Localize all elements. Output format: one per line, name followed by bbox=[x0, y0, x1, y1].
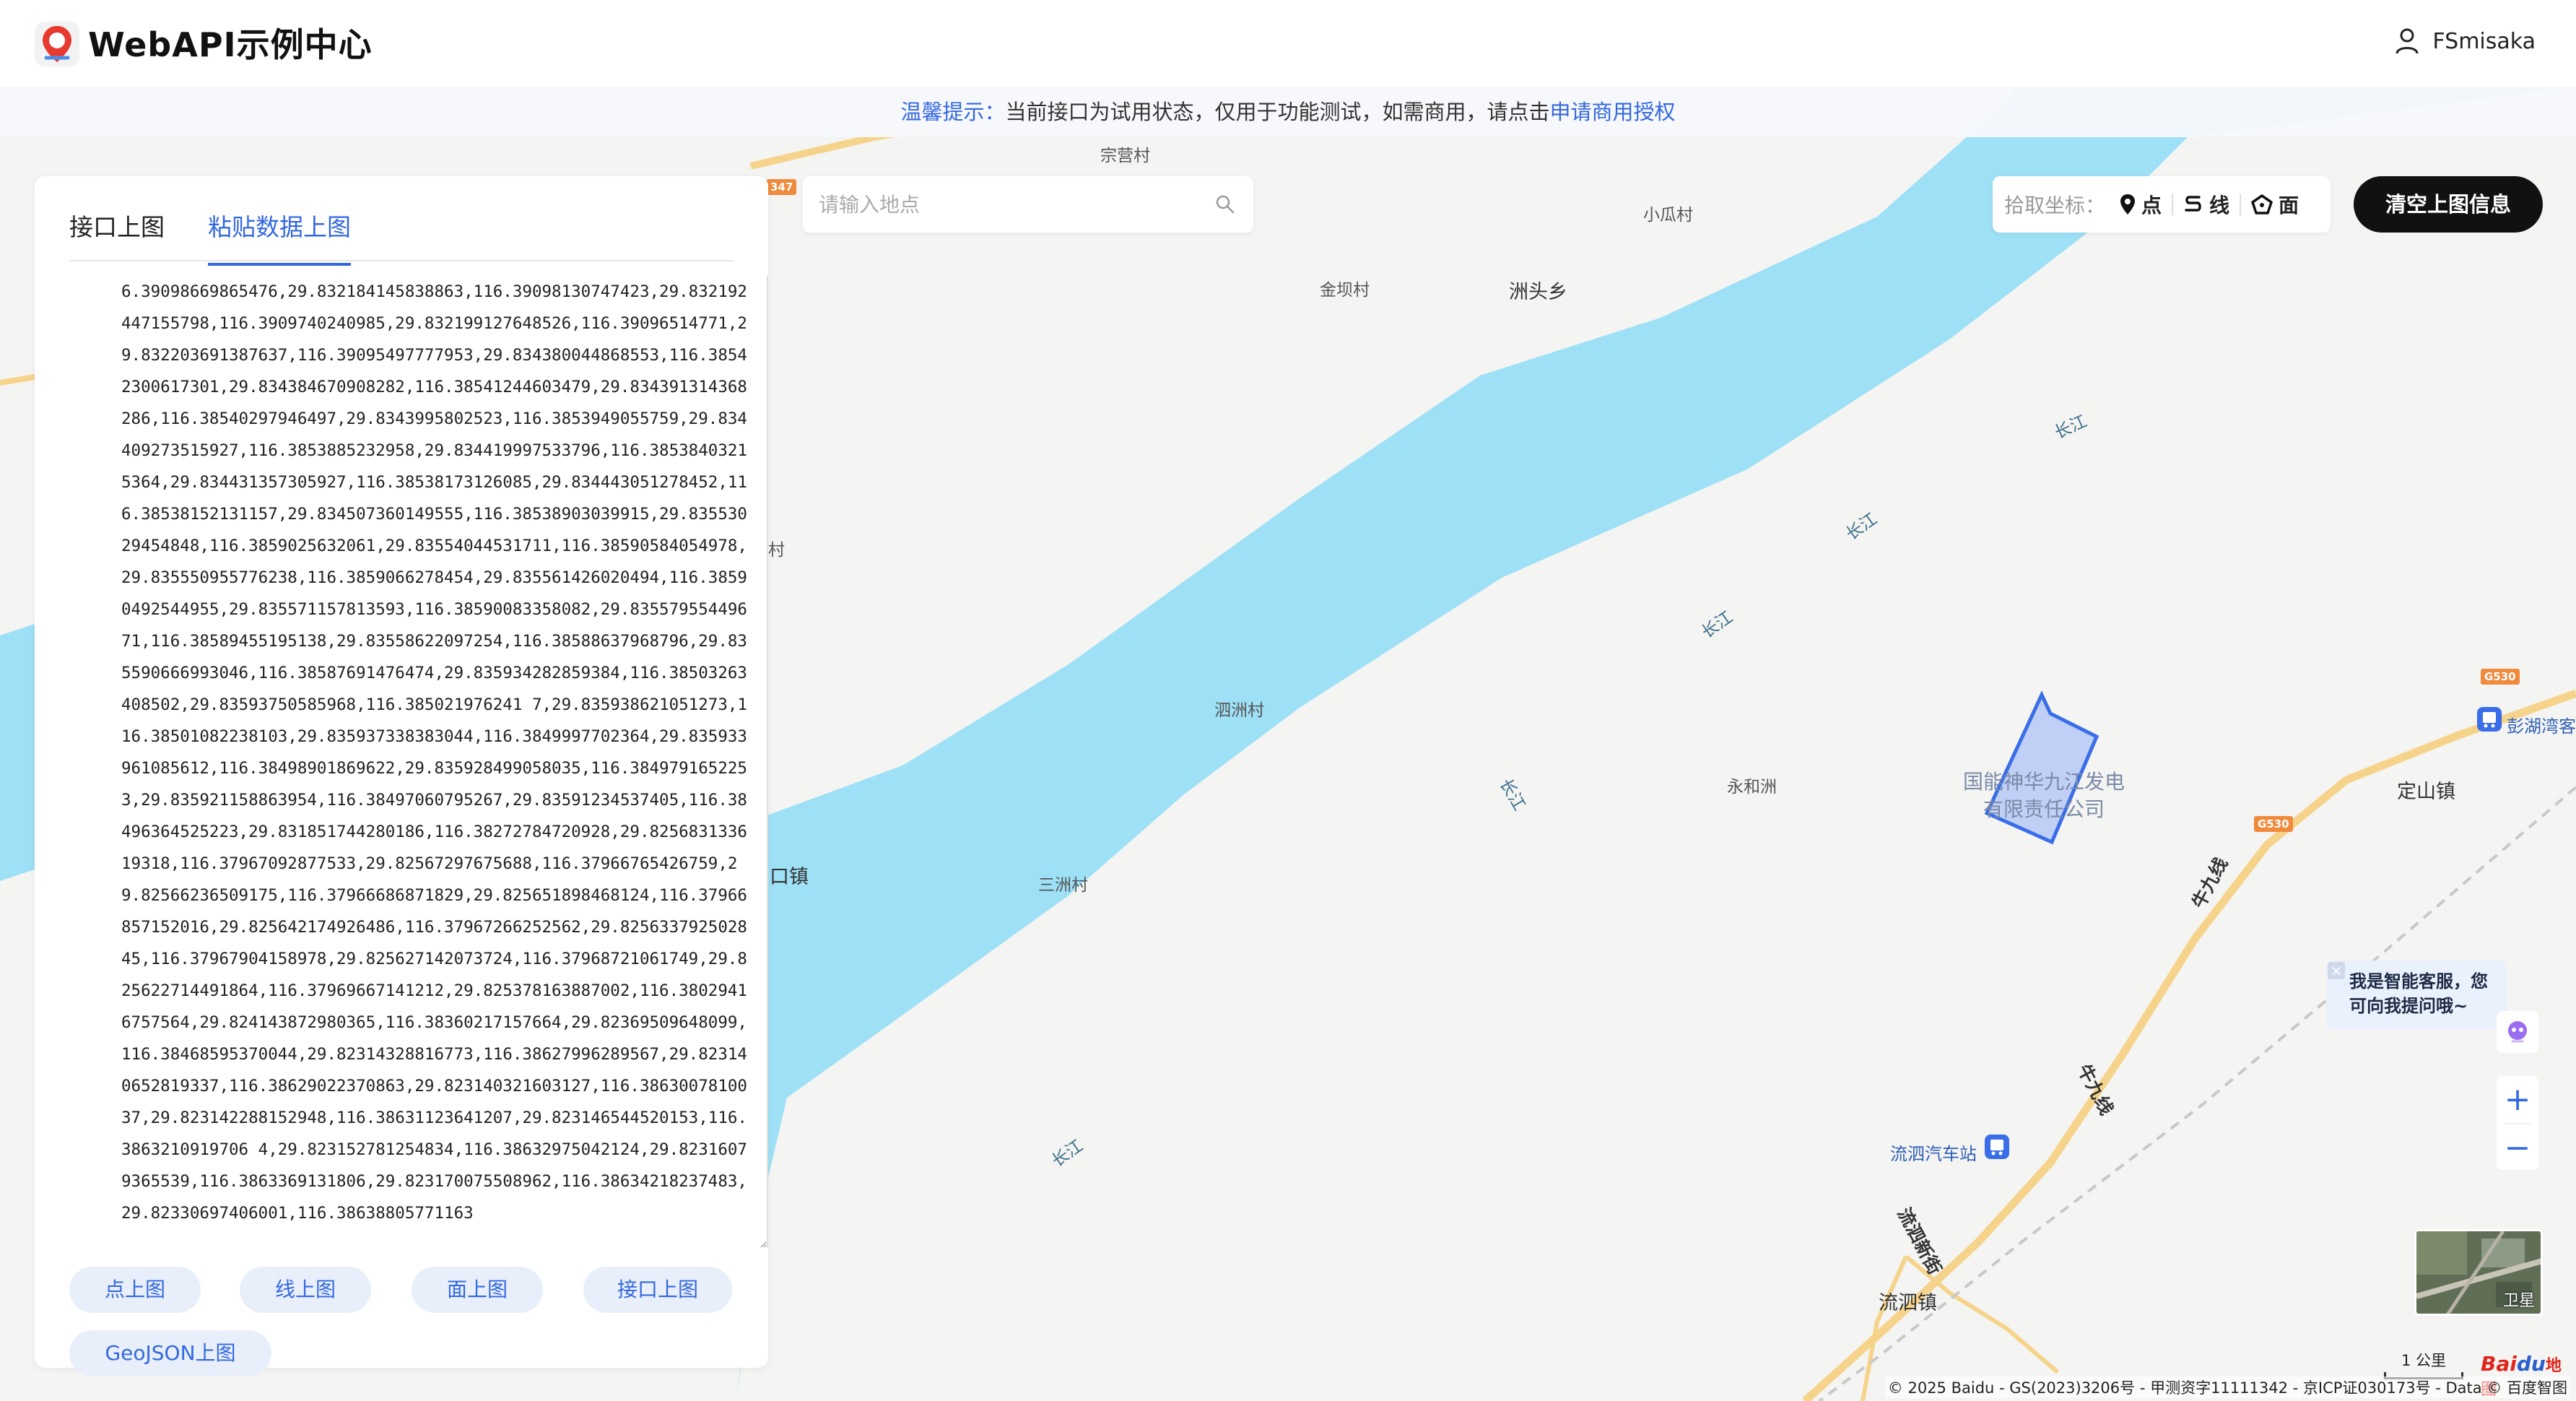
apply-license-link[interactable]: 申请商用授权 bbox=[1550, 100, 1676, 124]
map-label-kou-town: 口镇 bbox=[770, 866, 809, 888]
map-label-jinba: 金坝村 bbox=[1320, 281, 1370, 300]
map-label-zongying: 宗营村 bbox=[1100, 147, 1150, 165]
notice-text: 当前接口为试用状态，仅用于功能测试，如需商用，请点击 bbox=[1005, 100, 1550, 124]
baidu-map-logo-icon[interactable] bbox=[33, 20, 81, 68]
pick-point-label: 点 bbox=[2141, 194, 2162, 217]
baidu-logo-part2: du bbox=[2516, 1352, 2546, 1376]
zoom-out-button[interactable]: − bbox=[2497, 1124, 2538, 1171]
notice-prefix: 温馨提示： bbox=[900, 100, 1006, 124]
smart-assistant-bubble[interactable]: × 我是智能客服，您 可向我提问哦~ bbox=[2326, 960, 2507, 1030]
zoom-control: + − bbox=[2497, 1076, 2538, 1170]
road-shield-g530b: G530 bbox=[2254, 816, 2293, 832]
map-label-liusi-bus: 流泗汽车站 bbox=[1890, 1144, 1977, 1164]
map-label-cun-left: 村 bbox=[768, 541, 785, 560]
map-label-penghu: 彭湖湾客 bbox=[2507, 716, 2576, 737]
search-icon[interactable] bbox=[1214, 194, 1236, 215]
tab-paste-data-upload[interactable]: 粘贴数据上图 bbox=[208, 208, 351, 266]
upload-panel: 接口上图 粘贴数据上图 点上图 线上图 面上图 接口上图 GeoJSON上图 bbox=[35, 176, 768, 1376]
point-upload-button[interactable]: 点上图 bbox=[69, 1267, 201, 1313]
pick-point-option[interactable]: 点 bbox=[2110, 190, 2172, 219]
place-search-input[interactable] bbox=[819, 183, 1194, 225]
map-copyright: © 2025 Baidu - GS(2023)3206号 - 甲测资字11111… bbox=[1884, 1376, 2570, 1398]
top-header: WebAPI示例中心 FSmisaka bbox=[0, 0, 2576, 87]
username: FSmisaka bbox=[2432, 28, 2536, 54]
pick-line-option[interactable]: 线 bbox=[2173, 190, 2240, 219]
api-upload-button[interactable]: 接口上图 bbox=[583, 1267, 732, 1313]
map-label-power-plant: 国能神华九江发电 有限责任公司 bbox=[1954, 768, 2134, 823]
bus-station-icon[interactable] bbox=[1984, 1134, 2010, 1160]
map-label-dingshan: 定山镇 bbox=[2397, 781, 2455, 803]
pick-label: 拾取坐标： bbox=[2004, 194, 2106, 217]
scale-label: 1 公里 bbox=[2401, 1352, 2447, 1369]
pick-polygon-option[interactable]: 面 bbox=[2241, 190, 2309, 219]
polyline-icon bbox=[2185, 196, 2201, 212]
location-pin-icon bbox=[2120, 194, 2136, 214]
assistant-line2: 可向我提问哦~ bbox=[2349, 996, 2468, 1016]
user-account[interactable]: FSmisaka bbox=[2395, 27, 2536, 55]
pick-line-label: 线 bbox=[2209, 194, 2230, 217]
assistant-line1: 我是智能客服，您 bbox=[2349, 971, 2488, 992]
brand-title[interactable]: WebAPI示例中心 bbox=[88, 19, 373, 66]
clear-upload-button[interactable]: 清空上图信息 bbox=[2354, 176, 2543, 233]
place-search-box bbox=[803, 176, 1253, 233]
pick-coordinate-bar: 拾取坐标： 点 线 面 bbox=[1993, 176, 2331, 233]
map-label-yonghezhou: 永和洲 bbox=[1727, 778, 1777, 797]
road-shield-347: 347 bbox=[767, 179, 797, 195]
map-label-liusi-town: 流泗镇 bbox=[1879, 1292, 1937, 1314]
line-upload-button[interactable]: 线上图 bbox=[240, 1267, 371, 1313]
polygon-icon bbox=[2251, 194, 2273, 214]
baidu-logo-part1: Bai bbox=[2481, 1352, 2517, 1376]
robot-icon bbox=[2508, 1021, 2527, 1043]
satellite-toggle[interactable]: 卫星 bbox=[2414, 1229, 2543, 1316]
zoom-in-button[interactable]: + bbox=[2497, 1076, 2538, 1123]
map-label-sizhou: 泗洲村 bbox=[1214, 701, 1264, 720]
bus-stop-icon[interactable] bbox=[2476, 706, 2502, 732]
geojson-upload-button[interactable]: GeoJSON上图 bbox=[69, 1330, 271, 1376]
tab-bar: 接口上图 粘贴数据上图 bbox=[69, 192, 734, 266]
map-scale: 1 公里 bbox=[2384, 1349, 2463, 1379]
power-plant-line2: 有限责任公司 bbox=[1983, 797, 2105, 821]
close-icon[interactable]: × bbox=[2328, 962, 2345, 979]
pick-polygon-label: 面 bbox=[2279, 194, 2299, 217]
coordinate-data-textarea[interactable] bbox=[69, 276, 768, 1248]
polygon-upload-button[interactable]: 面上图 bbox=[412, 1267, 543, 1313]
map-label-zhoutou: 洲头乡 bbox=[1509, 281, 1567, 303]
satellite-label: 卫星 bbox=[2502, 1292, 2535, 1310]
power-plant-line1: 国能神华九江发电 bbox=[1962, 770, 2125, 794]
user-icon bbox=[2396, 28, 2419, 54]
map-label-xiaogua: 小瓜村 bbox=[1643, 206, 1693, 225]
tab-api-upload[interactable]: 接口上图 bbox=[69, 208, 165, 243]
assistant-robot-button[interactable] bbox=[2497, 1011, 2538, 1053]
road-shield-g530a: G530 bbox=[2481, 669, 2520, 685]
map-label-sanzhou: 三洲村 bbox=[1038, 876, 1088, 895]
notice-bar: 温馨提示：当前接口为试用状态，仅用于功能测试，如需商用，请点击申请商用授权 bbox=[0, 87, 2576, 137]
